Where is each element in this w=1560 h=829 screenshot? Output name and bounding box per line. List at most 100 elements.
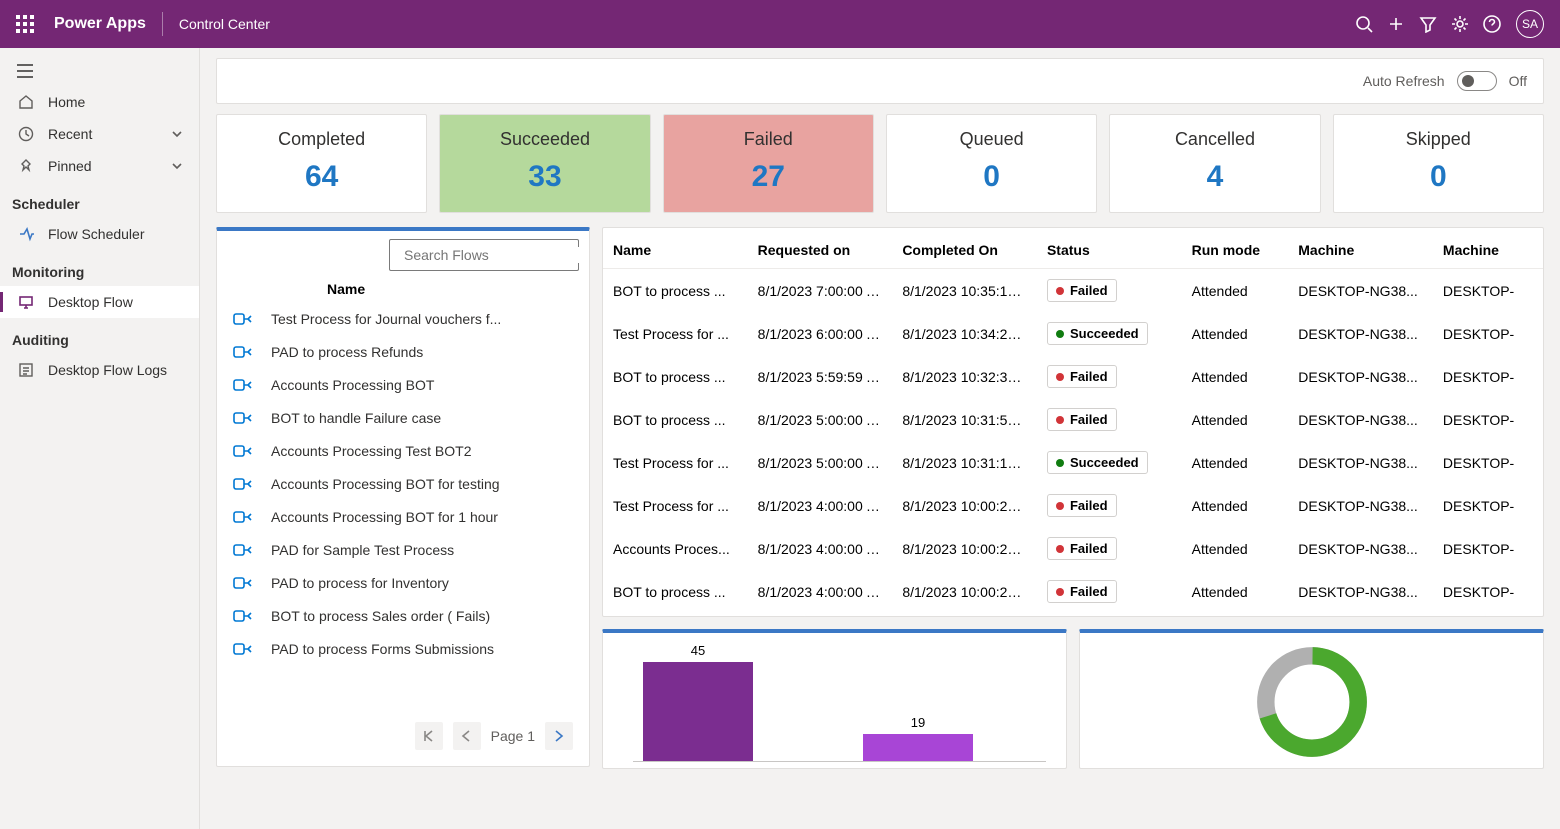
status-badge: Failed [1047,494,1117,517]
avatar[interactable]: SA [1516,10,1544,38]
table-row[interactable]: Test Process for ...8/1/2023 6:00:00 AM8… [603,312,1543,355]
col-machine2[interactable]: Machine [1433,232,1543,269]
cell-machine: DESKTOP-NG38... [1288,398,1433,441]
desktop-icon [16,294,36,310]
cell-name: Test Process for ... [603,312,748,355]
flow-row[interactable]: PAD to process Forms Submissions [227,633,579,666]
flow-icon [233,377,257,393]
bar-2: 19 [863,715,973,762]
cell-machine2: DESKTOP- [1433,441,1543,484]
flow-row[interactable]: PAD for Sample Test Process [227,534,579,567]
cell-name: BOT to process ... [603,398,748,441]
sidebar-item-flow-scheduler[interactable]: Flow Scheduler [0,218,199,250]
filter-icon[interactable] [1412,8,1444,40]
flows-panel: Name Test Process for Journal vouchers f… [216,227,590,767]
col-completed[interactable]: Completed On [892,232,1037,269]
table-row[interactable]: BOT to process ...8/1/2023 7:00:00 AM8/1… [603,269,1543,313]
sidebar-item-desktop-flow[interactable]: Desktop Flow [0,286,199,318]
pager-prev-icon[interactable] [453,722,481,750]
sidebar-section-scheduler: Scheduler [0,182,199,218]
bar-2-label: 19 [863,715,973,730]
col-status[interactable]: Status [1037,232,1182,269]
card-label: Succeeded [440,129,649,150]
flow-name: Test Process for Journal vouchers f... [271,311,501,327]
cell-name: Test Process for ... [603,484,748,527]
cell-completed: 8/1/2023 10:00:20 AM [892,570,1037,613]
logs-icon [16,362,36,378]
card-label: Skipped [1334,129,1543,150]
hamburger-icon[interactable] [0,56,199,86]
cell-status: Failed [1037,527,1182,570]
cell-requested: 8/1/2023 5:00:00 AM [748,441,893,484]
cell-completed: 8/1/2023 10:32:37 AM [892,355,1037,398]
runs-table: Name Requested on Completed On Status Ru… [603,232,1543,613]
cell-mode: Attended [1182,312,1289,355]
cell-mode: Attended [1182,269,1289,313]
search-input[interactable] [404,247,585,263]
app-name: Power Apps [54,15,146,33]
flow-row[interactable]: PAD to process for Inventory [227,567,579,600]
flow-row[interactable]: Accounts Processing BOT for testing [227,468,579,501]
help-icon[interactable] [1476,8,1508,40]
card-value: 0 [1334,160,1543,194]
search-flows[interactable] [389,239,579,271]
col-mode[interactable]: Run mode [1182,232,1289,269]
card-value: 64 [217,160,426,194]
status-badge: Failed [1047,537,1117,560]
donut-chart-panel [1079,629,1544,769]
sidebar-item-recent[interactable]: Recent [0,118,199,150]
add-icon[interactable] [1380,8,1412,40]
card-completed[interactable]: Completed 64 [216,114,427,213]
auto-refresh-toggle[interactable] [1457,71,1497,91]
table-row[interactable]: BOT to process ...8/1/2023 5:00:00 AM8/1… [603,398,1543,441]
flow-row[interactable]: Accounts Processing BOT for 1 hour [227,501,579,534]
cell-mode: Attended [1182,570,1289,613]
flow-icon [233,410,257,426]
sidebar-item-pinned[interactable]: Pinned [0,150,199,182]
sidebar-item-label: Home [48,94,85,110]
table-row[interactable]: BOT to process ...8/1/2023 5:59:59 AM8/1… [603,355,1543,398]
flow-row[interactable]: BOT to process Sales order ( Fails) [227,600,579,633]
sidebar-item-label: Desktop Flow [48,294,133,310]
flow-icon [233,344,257,360]
flow-icon [233,476,257,492]
sidebar-item-home[interactable]: Home [0,86,199,118]
col-requested[interactable]: Requested on [748,232,893,269]
flow-row[interactable]: Accounts Processing Test BOT2 [227,435,579,468]
waffle-icon[interactable] [16,15,34,33]
flow-name: Accounts Processing BOT for testing [271,476,500,492]
col-name[interactable]: Name [603,232,748,269]
flow-row[interactable]: PAD to process Refunds [227,336,579,369]
col-machine[interactable]: Machine [1288,232,1433,269]
table-row[interactable]: BOT to process ...8/1/2023 4:00:00 AM8/1… [603,570,1543,613]
flow-row[interactable]: BOT to handle Failure case [227,402,579,435]
card-succeeded[interactable]: Succeeded 33 [439,114,650,213]
cell-mode: Attended [1182,527,1289,570]
pager-first-icon[interactable] [415,722,443,750]
flow-icon [233,641,257,657]
cell-status: Failed [1037,355,1182,398]
pager-next-icon[interactable] [545,722,573,750]
table-row[interactable]: Test Process for ...8/1/2023 4:00:00 AM8… [603,484,1543,527]
flow-row[interactable]: Accounts Processing BOT [227,369,579,402]
sidebar-item-desktop-flow-logs[interactable]: Desktop Flow Logs [0,354,199,386]
flows-list: Test Process for Journal vouchers f... PA… [227,303,579,714]
cell-completed: 8/1/2023 10:34:25 AM [892,312,1037,355]
settings-icon[interactable] [1444,8,1476,40]
cell-mode: Attended [1182,355,1289,398]
flow-row[interactable]: Test Process for Journal vouchers f... [227,303,579,336]
card-label: Queued [887,129,1096,150]
card-skipped[interactable]: Skipped 0 [1333,114,1544,213]
clock-icon [16,126,36,142]
card-failed[interactable]: Failed 27 [663,114,874,213]
table-row[interactable]: Accounts Proces...8/1/2023 4:00:00 AM8/1… [603,527,1543,570]
table-row[interactable]: Test Process for ...8/1/2023 5:00:00 AM8… [603,441,1543,484]
cell-machine2: DESKTOP- [1433,527,1543,570]
flow-icon [233,311,257,327]
card-queued[interactable]: Queued 0 [886,114,1097,213]
card-cancelled[interactable]: Cancelled 4 [1109,114,1320,213]
sidebar-item-label: Desktop Flow Logs [48,362,167,378]
flow-name: PAD for Sample Test Process [271,542,454,558]
search-icon[interactable] [1348,8,1380,40]
sidebar-section-monitoring: Monitoring [0,250,199,286]
